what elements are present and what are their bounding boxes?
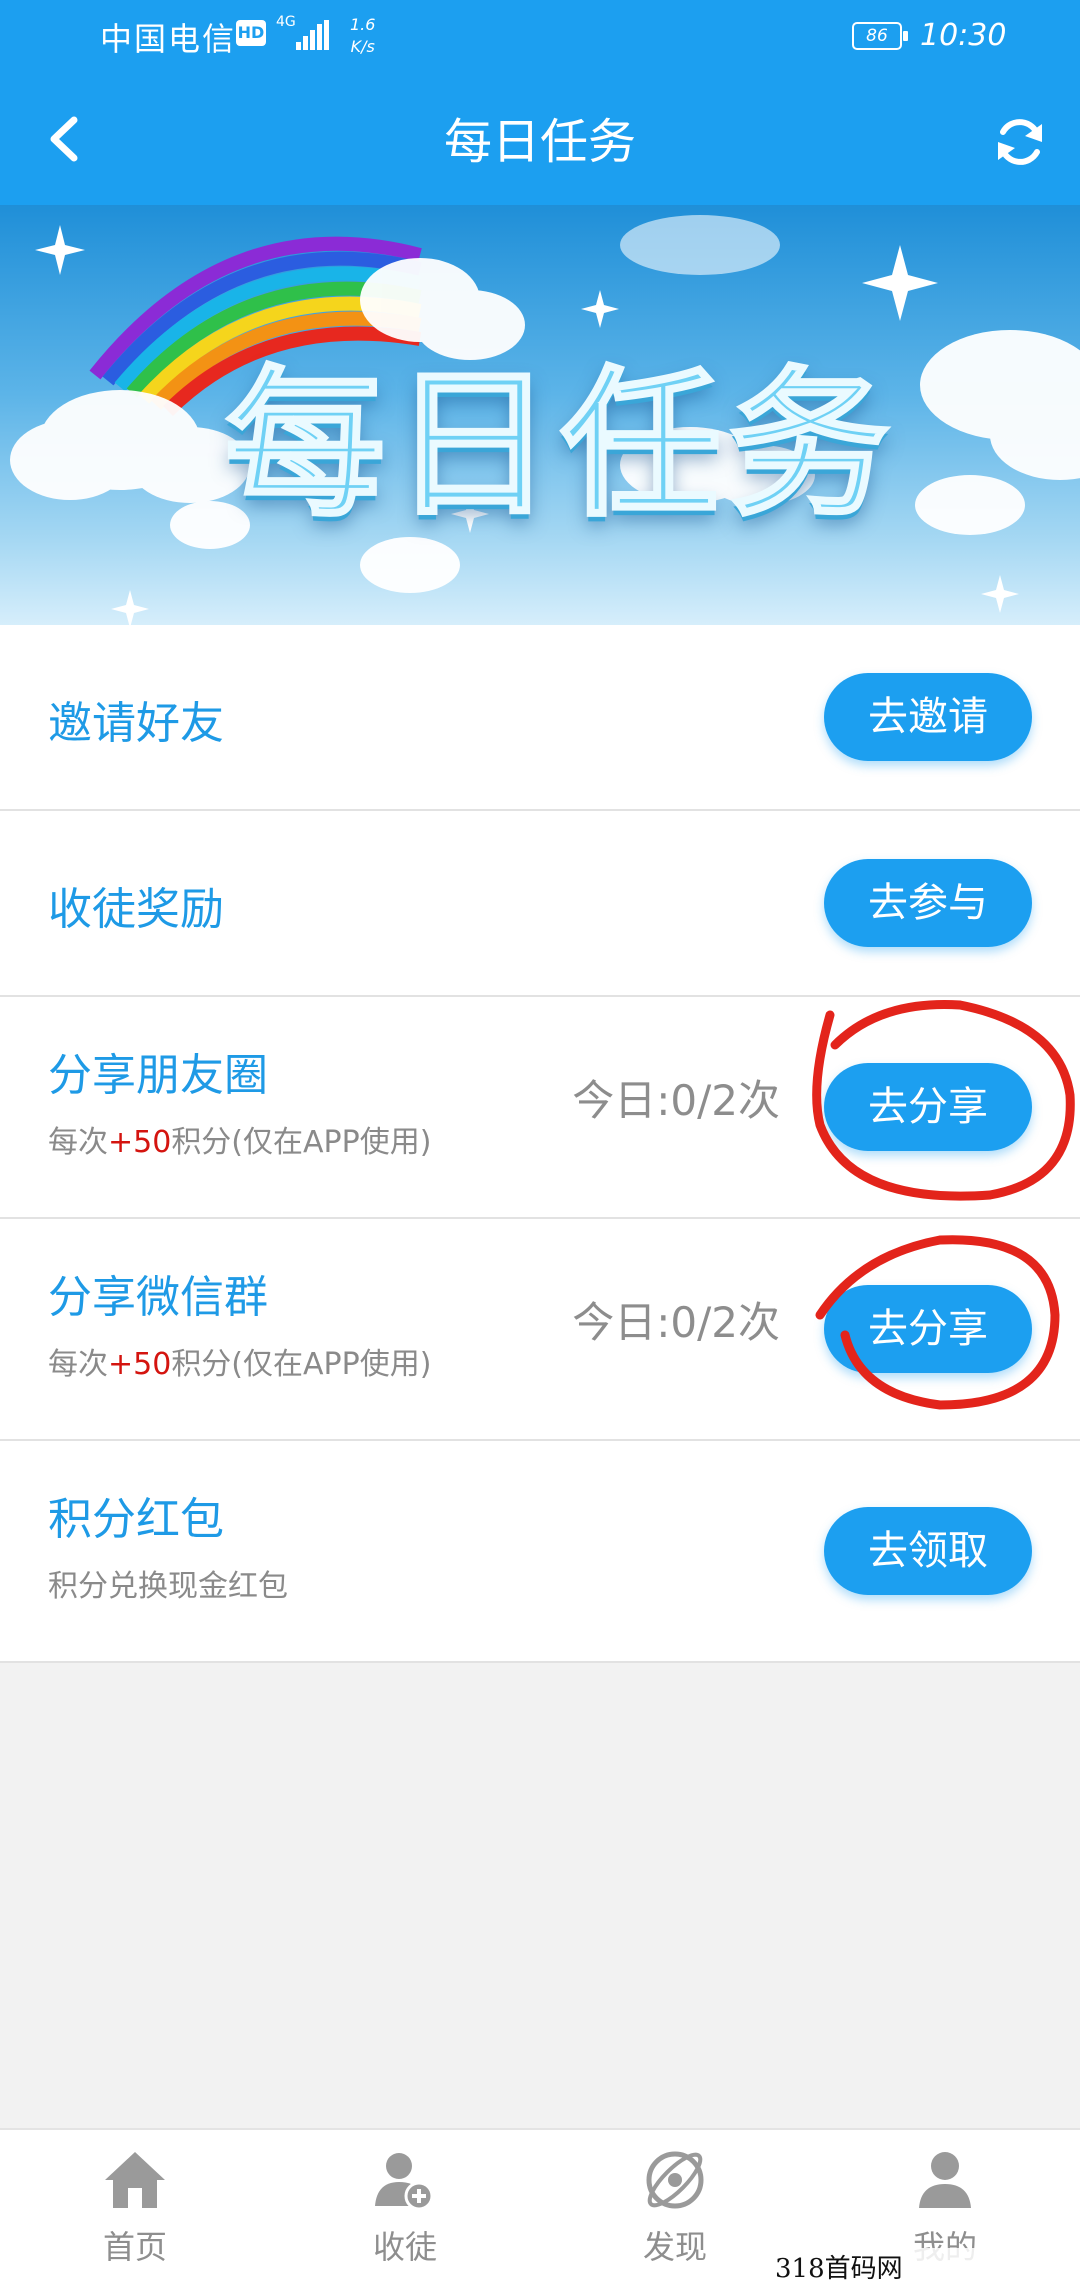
task-desc: 积分兑换现金红包 <box>48 1569 288 1604</box>
task-invite-friends: 邀请好友 去邀请 <box>0 625 1080 811</box>
nav-home[interactable]: 首页 <box>0 2130 270 2280</box>
refresh-icon[interactable] <box>990 112 1050 172</box>
share-group-button[interactable]: 去分享 <box>824 1285 1032 1373</box>
network-type: 4G <box>276 14 296 30</box>
daily-task-banner: 每日任务 <box>0 205 1080 625</box>
speed-value: 1.6 <box>350 15 376 34</box>
task-share-wechat-group: 分享微信群 每次+50积分(仅在APP使用) 今日:0/2次 去分享 <box>0 1219 1080 1441</box>
invite-button[interactable]: 去邀请 <box>824 673 1032 761</box>
desc-suffix: 积分(仅在APP使用) <box>171 1347 432 1382</box>
status-time: 10:30 <box>920 18 1007 53</box>
daily-tasks-page: 中国电信 HD 4G 1.6 K/s 86 10:30 每日任务 每日任务 邀请… <box>0 0 1080 2280</box>
carrier-name: 中国电信 <box>100 20 237 58</box>
network-speed: 1.6 K/s <box>350 14 375 58</box>
today-progress: 今日:0/2次 <box>572 1076 780 1125</box>
nav-label: 发现 <box>642 2228 707 2266</box>
task-title: 分享微信群 <box>48 1272 268 1323</box>
profile-icon <box>919 2152 971 2208</box>
task-title: 邀请好友 <box>48 698 224 749</box>
participate-button[interactable]: 去参与 <box>824 859 1032 947</box>
nav-apprentice[interactable]: 收徒 <box>270 2130 540 2280</box>
site-watermark: 318首码网 www.E318.com <box>775 2248 1080 2280</box>
battery-icon: 86 <box>852 22 908 50</box>
task-desc: 每次+50积分(仅在APP使用) <box>48 1117 431 1161</box>
task-apprentice-reward: 收徒奖励 去参与 <box>0 811 1080 997</box>
nav-discover[interactable]: 发现 <box>540 2130 810 2280</box>
task-desc: 每次+50积分(仅在APP使用) <box>48 1339 431 1383</box>
nav-label: 收徒 <box>372 2228 437 2266</box>
task-share-moments: 分享朋友圈 每次+50积分(仅在APP使用) 今日:0/2次 去分享 <box>0 997 1080 1219</box>
task-list: 邀请好友 去邀请 收徒奖励 去参与 分享朋友圈 每次+50积分(仅在APP使用)… <box>0 625 1080 1663</box>
banner-title: 每日任务 <box>223 350 898 540</box>
top-bar: 中国电信 HD 4G 1.6 K/s 86 10:30 每日任务 <box>0 0 1080 205</box>
hd-badge: HD <box>236 20 266 46</box>
desc-suffix: 积分(仅在APP使用) <box>171 1125 432 1160</box>
discover-icon <box>646 2151 704 2209</box>
today-progress: 今日:0/2次 <box>572 1298 780 1347</box>
nav-label: 首页 <box>102 2228 167 2266</box>
task-title: 分享朋友圈 <box>48 1050 268 1101</box>
task-title: 收徒奖励 <box>48 884 224 935</box>
points-value: +50 <box>108 1125 172 1160</box>
status-bar: 中国电信 HD 4G 1.6 K/s 86 10:30 <box>0 0 1080 72</box>
desc-prefix: 每次 <box>48 1347 108 1382</box>
desc-prefix: 每次 <box>48 1125 108 1160</box>
home-icon <box>105 2152 165 2208</box>
points-value: +50 <box>108 1347 172 1382</box>
add-user-icon <box>375 2153 434 2211</box>
share-moments-button[interactable]: 去分享 <box>824 1063 1032 1151</box>
page-title: 每日任务 <box>443 114 636 170</box>
task-points-red-packet: 积分红包 积分兑换现金红包 去领取 <box>0 1441 1080 1663</box>
speed-unit: K/s <box>350 37 375 56</box>
task-title: 积分红包 <box>48 1494 224 1545</box>
app-header: 每日任务 <box>0 72 1080 205</box>
signal-icon <box>296 20 330 50</box>
claim-button[interactable]: 去领取 <box>824 1507 1032 1595</box>
